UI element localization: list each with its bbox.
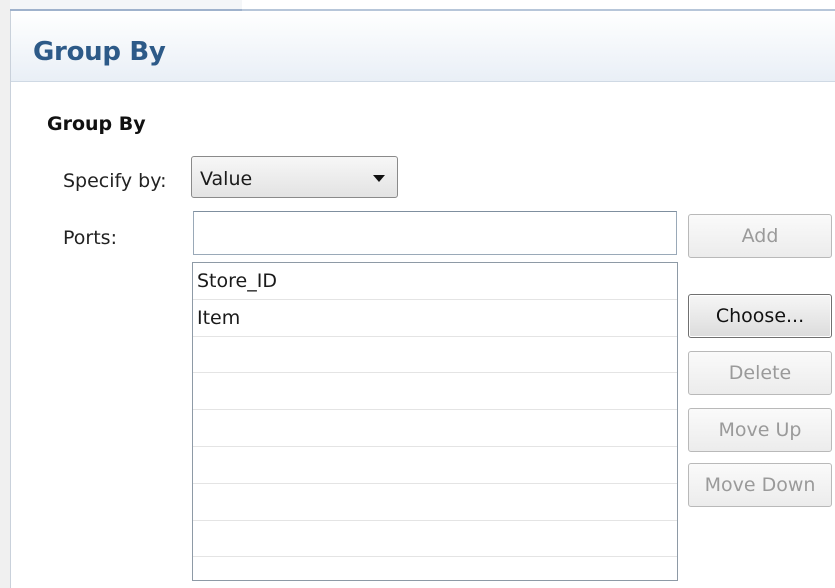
list-item[interactable] xyxy=(193,373,677,411)
move-down-button[interactable]: Move Down xyxy=(688,463,832,507)
list-item[interactable]: Store_ID xyxy=(193,263,677,300)
delete-button[interactable]: Delete xyxy=(688,351,832,395)
list-item[interactable] xyxy=(193,521,677,558)
chevron-down-icon xyxy=(373,175,385,182)
specify-by-selected-value: Value xyxy=(200,168,253,190)
move-up-button[interactable]: Move Up xyxy=(688,408,832,452)
add-button[interactable]: Add xyxy=(688,214,832,258)
list-item[interactable] xyxy=(193,337,677,374)
list-item[interactable]: Item xyxy=(193,300,677,337)
ports-label: Ports: xyxy=(63,227,117,249)
group-by-panel: Group By Group By Specify by: Value Port… xyxy=(0,0,835,588)
list-item[interactable] xyxy=(193,447,677,484)
window-left-border xyxy=(0,0,11,588)
specify-by-dropdown[interactable]: Value xyxy=(191,156,398,198)
list-item[interactable] xyxy=(193,410,677,447)
page-title: Group By xyxy=(33,37,166,67)
section-title: Group By xyxy=(47,113,146,135)
ports-input[interactable] xyxy=(193,211,677,255)
active-tab-strip[interactable] xyxy=(10,0,242,11)
panel-header: Group By xyxy=(11,11,835,82)
choose-button[interactable]: Choose... xyxy=(688,294,832,338)
list-item[interactable] xyxy=(193,484,677,521)
specify-by-label: Specify by: xyxy=(63,170,167,192)
list-item[interactable] xyxy=(193,557,677,580)
ports-list[interactable]: Store_ID Item xyxy=(192,262,678,581)
